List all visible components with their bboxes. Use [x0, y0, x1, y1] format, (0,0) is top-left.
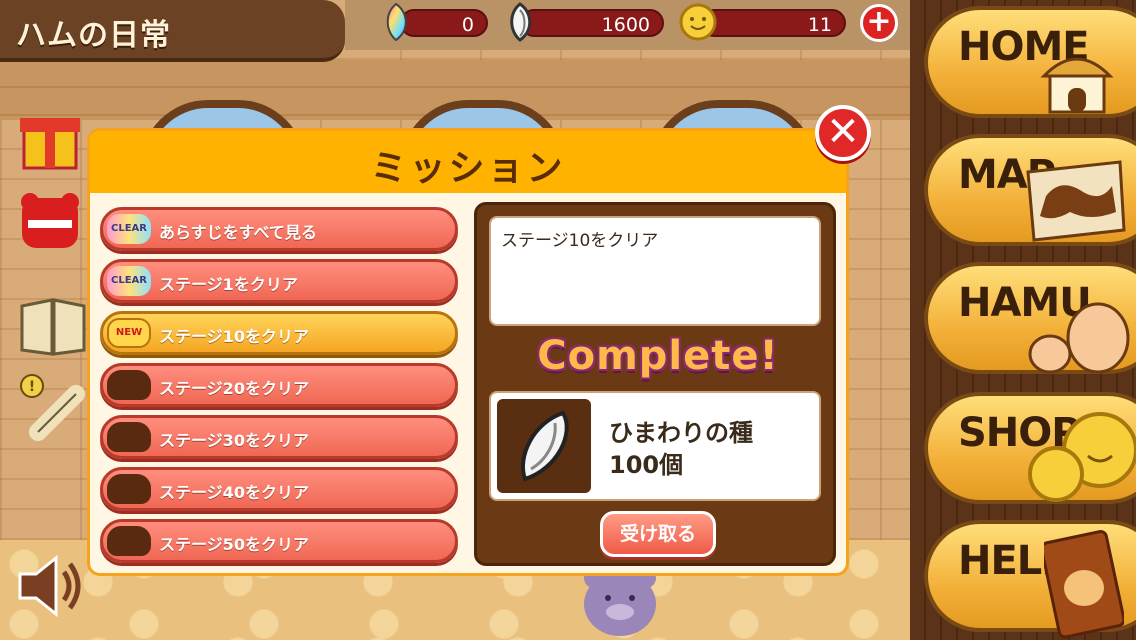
rainbow-seed-count: 0: [461, 14, 474, 36]
locked-hamster-icon: [107, 526, 151, 556]
mission-description-box: ステージ10をクリア: [489, 216, 821, 326]
sunflower-seed-icon: [521, 410, 569, 482]
clear-badge: CLEAR: [107, 266, 151, 296]
help-book-icon: [1044, 530, 1124, 639]
reward-name: ひまわりの種: [609, 419, 753, 447]
reward-box: ひまわりの種 100個: [489, 391, 821, 501]
mission-label: ステージ40をクリア: [159, 483, 309, 502]
new-badge: NEW: [107, 318, 151, 348]
locked-hamster-icon: [107, 422, 151, 452]
mission-detail-panel: ステージ10をクリア Complete! ひまわりの種 100個 受け取る: [474, 202, 836, 566]
mission-label: ステージ50をクリア: [159, 535, 309, 554]
add-currency-button[interactable]: +: [860, 4, 898, 42]
sunflower-seed-counter: 1600: [520, 9, 664, 37]
svg-text:!: !: [29, 379, 35, 395]
house-icon: [1040, 57, 1114, 114]
nav-hamu-button[interactable]: HAMU: [924, 262, 1136, 374]
scroll-icon[interactable]: !: [18, 372, 88, 444]
mission-item[interactable]: ステージ50をクリア: [100, 519, 458, 563]
mission-item-selected[interactable]: NEW ステージ10をクリア: [100, 311, 458, 355]
mission-item[interactable]: CLEAR ステージ1をクリア: [100, 259, 458, 303]
complete-status: Complete!: [537, 333, 779, 379]
hamster-badge-icon[interactable]: [18, 188, 82, 268]
dialog-title: ミッション: [370, 148, 566, 189]
speaker-icon[interactable]: [10, 546, 90, 626]
nav-home-button[interactable]: HOME: [924, 6, 1136, 118]
mission-dialog: ミッション CLEAR あらすじをすべて見る CLEAR ステージ1をクリア N…: [90, 131, 846, 573]
reward-text: ひまわりの種 100個: [609, 417, 753, 481]
reward-amount: 100個: [609, 451, 684, 479]
map-icon: [1026, 160, 1126, 242]
game-title: ハムの日常: [16, 18, 171, 53]
hamster-silhouette-icon: [1028, 302, 1130, 374]
mission-description: ステージ10をクリア: [501, 231, 659, 251]
coin-count: 11: [807, 14, 832, 36]
coin-icon: [679, 3, 717, 41]
nav-map-button[interactable]: MAP: [924, 134, 1136, 246]
mission-item[interactable]: ステージ20をクリア: [100, 363, 458, 407]
coin-counter: 11: [700, 9, 846, 37]
mission-item[interactable]: CLEAR あらすじをすべて見る: [100, 207, 458, 251]
clear-badge: CLEAR: [107, 214, 151, 244]
dialog-header: ミッション: [90, 131, 846, 193]
rainbow-seed-icon: [386, 2, 407, 42]
mission-item[interactable]: ステージ40をクリア: [100, 467, 458, 511]
nav-help-button[interactable]: HELP: [924, 520, 1136, 639]
nav-shop-button[interactable]: SHOP: [924, 392, 1136, 504]
plus-icon: +: [866, 4, 892, 39]
reward-thumbnail: [497, 399, 591, 493]
close-icon: ✕: [826, 109, 860, 155]
mission-label: ステージ1をクリア: [159, 275, 298, 294]
sunflower-seed-count: 1600: [601, 14, 650, 36]
gift-icon[interactable]: [18, 106, 82, 172]
locked-hamster-icon: [107, 474, 151, 504]
coins-icon: [1028, 412, 1136, 502]
mission-list: CLEAR あらすじをすべて見る CLEAR ステージ1をクリア NEW ステー…: [100, 207, 458, 571]
game-title-bar: ハムの日常: [0, 0, 345, 62]
mission-item[interactable]: ステージ30をクリア: [100, 415, 458, 459]
mission-label: あらすじをすべて見る: [159, 223, 317, 242]
locked-hamster-icon: [107, 370, 151, 400]
mission-label: ステージ30をクリア: [159, 431, 309, 450]
mission-label: ステージ20をクリア: [159, 379, 309, 398]
mission-label: ステージ10をクリア: [159, 327, 309, 346]
close-dialog-button[interactable]: ✕: [815, 105, 871, 161]
book-icon[interactable]: [18, 292, 88, 358]
main-nav: HOME MAP HAMU SHOP HELP: [910, 0, 1136, 640]
sunflower-seed-icon: [510, 2, 532, 42]
receive-reward-button[interactable]: 受け取る: [600, 511, 716, 557]
